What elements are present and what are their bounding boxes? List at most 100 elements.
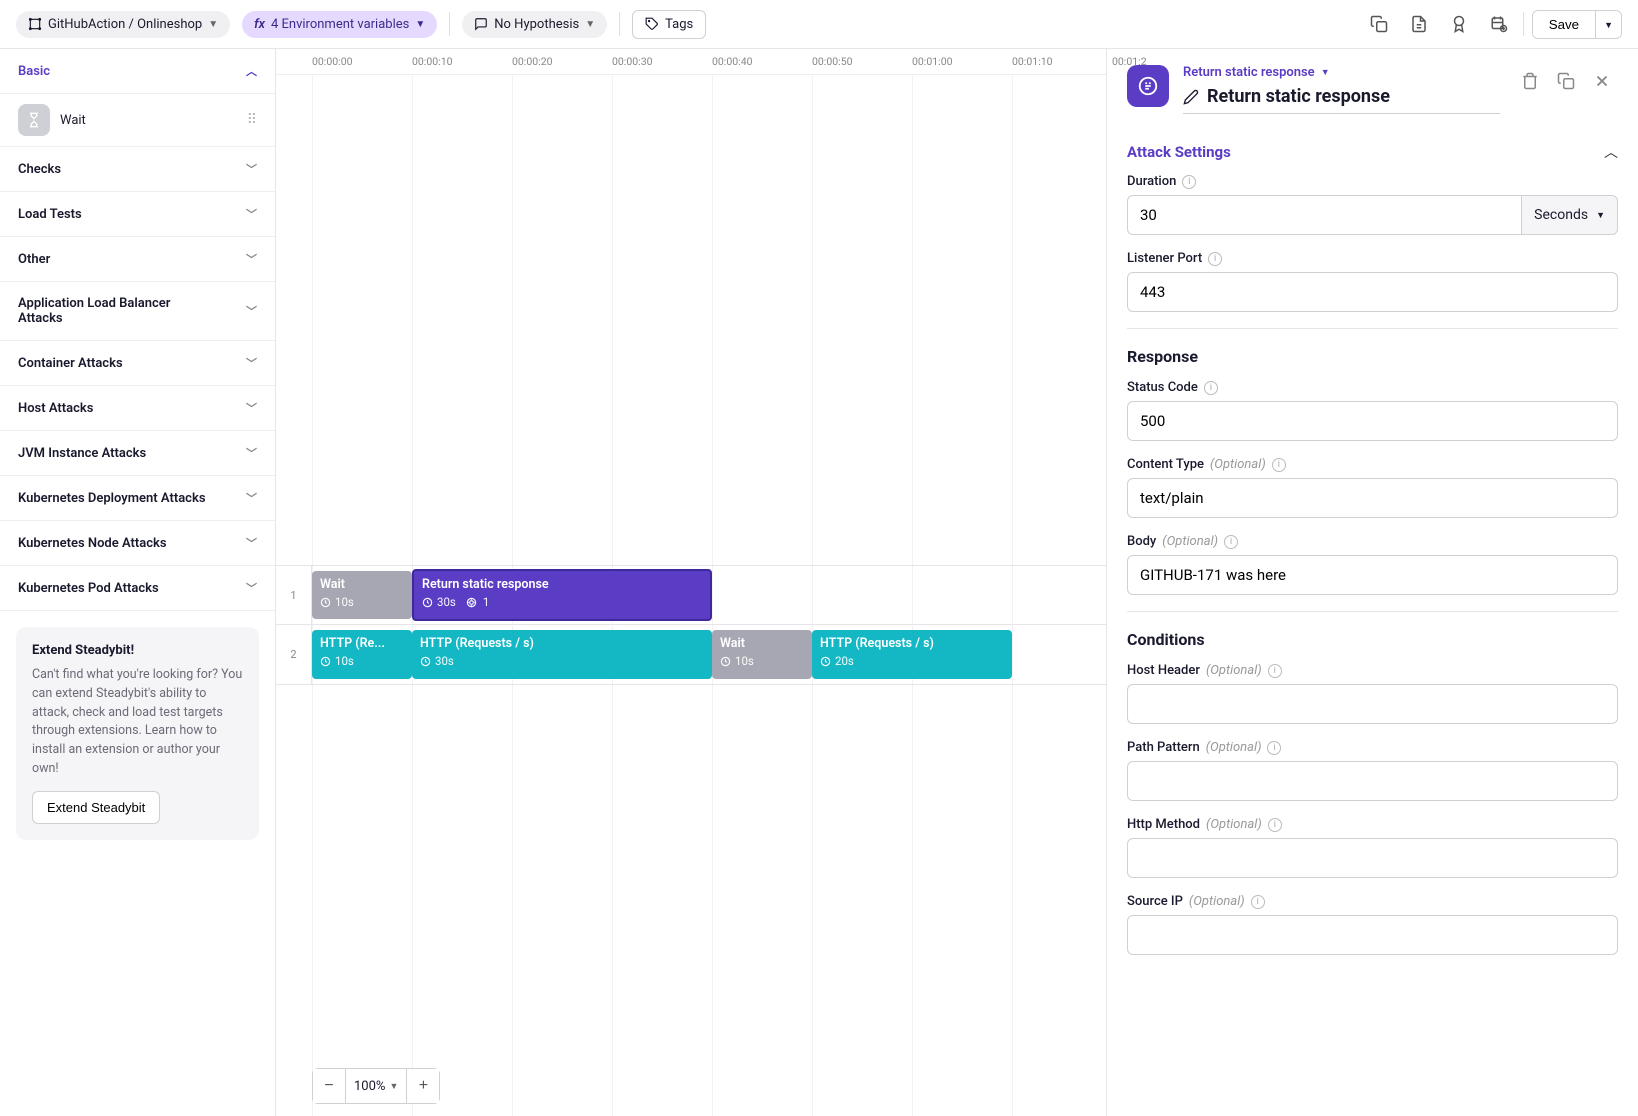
- save-dropdown-button[interactable]: ▼: [1595, 11, 1621, 38]
- timeline-lane-1: 1 Wait 10s Return static response 30s: [276, 565, 1106, 625]
- clock-icon: [420, 656, 431, 667]
- optional-label: (Optional): [1210, 457, 1266, 472]
- timeline-block-http-3[interactable]: HTTP (Requests / s) 20s: [812, 630, 1012, 679]
- conditions-heading: Conditions: [1127, 630, 1618, 649]
- edit-icon[interactable]: [1183, 89, 1199, 105]
- duration-unit-select[interactable]: Seconds ▼: [1521, 195, 1618, 235]
- calendar-plus-icon: [1490, 15, 1508, 33]
- badge-icon-button[interactable]: [1443, 8, 1475, 40]
- section-label: Load Tests: [18, 207, 82, 222]
- zoom-in-button[interactable]: +: [407, 1069, 439, 1103]
- delete-button[interactable]: [1514, 65, 1546, 97]
- info-icon[interactable]: i: [1224, 535, 1238, 549]
- close-panel-button[interactable]: [1586, 65, 1618, 97]
- tags-label: Tags: [665, 17, 693, 32]
- drag-handle-icon[interactable]: ⠿: [247, 112, 257, 128]
- chevron-up-icon: ︿: [246, 63, 257, 79]
- info-icon[interactable]: i: [1268, 818, 1282, 832]
- timeline-body[interactable]: 1 Wait 10s Return static response 30s: [276, 75, 1106, 1116]
- timeline-block-http-2[interactable]: HTTP (Requests / s) 30s: [412, 630, 712, 679]
- sidebar-section-jvm[interactable]: JVM Instance Attacks ﹀: [0, 431, 275, 476]
- optional-label: (Optional): [1206, 663, 1262, 678]
- info-icon[interactable]: i: [1272, 458, 1286, 472]
- timeline-block-wait-2[interactable]: Wait 10s: [712, 630, 812, 679]
- step-label: Wait: [60, 113, 86, 128]
- block-duration: 30s: [435, 654, 454, 668]
- info-icon[interactable]: i: [1208, 252, 1222, 266]
- tag-icon: [645, 17, 659, 31]
- lane-number: 2: [276, 625, 312, 684]
- document-icon-button[interactable]: [1403, 8, 1435, 40]
- path-pattern-input[interactable]: [1127, 761, 1618, 801]
- breadcrumb-pill[interactable]: GitHubAction / Onlineshop ▼: [16, 11, 230, 38]
- block-duration: 10s: [735, 654, 754, 668]
- chevron-down-icon: ﹀: [246, 490, 257, 506]
- zoom-value-dropdown[interactable]: 100% ▼: [345, 1069, 407, 1103]
- status-code-input[interactable]: [1127, 401, 1618, 441]
- zoom-out-button[interactable]: −: [313, 1069, 345, 1103]
- optional-label: (Optional): [1206, 740, 1262, 755]
- sidebar-section-k8s-node[interactable]: Kubernetes Node Attacks ﹀: [0, 521, 275, 566]
- sidebar-section-checks[interactable]: Checks ﹀: [0, 147, 275, 192]
- time-tick: 00:00:10: [412, 55, 512, 68]
- timeline-block-return-static[interactable]: Return static response 30s 1: [412, 569, 712, 621]
- extend-button[interactable]: Extend Steadybit: [32, 791, 160, 824]
- block-title: Wait: [320, 577, 404, 592]
- duration-input[interactable]: [1127, 195, 1521, 235]
- breadcrumb-icon: [28, 17, 42, 31]
- copy-icon-button[interactable]: [1363, 8, 1395, 40]
- extend-card: Extend Steadybit! Can't find what you're…: [16, 627, 259, 840]
- body-input[interactable]: [1127, 555, 1618, 595]
- block-title: HTTP (Re...: [320, 636, 404, 651]
- badge-icon: [1450, 15, 1468, 33]
- chevron-down-icon: ▼: [208, 19, 218, 30]
- hypothesis-pill[interactable]: No Hypothesis ▼: [462, 11, 607, 38]
- sidebar-section-other[interactable]: Other ﹀: [0, 237, 275, 282]
- info-icon[interactable]: i: [1251, 895, 1265, 909]
- info-icon[interactable]: i: [1204, 381, 1218, 395]
- info-icon[interactable]: i: [1267, 741, 1281, 755]
- source-ip-label: Source IP: [1127, 894, 1183, 909]
- section-label: Container Attacks: [18, 356, 123, 371]
- hourglass-icon: [18, 104, 50, 136]
- sidebar-section-container[interactable]: Container Attacks ﹀: [0, 341, 275, 386]
- sidebar-section-k8s-deploy[interactable]: Kubernetes Deployment Attacks ﹀: [0, 476, 275, 521]
- schedule-icon-button[interactable]: [1483, 8, 1515, 40]
- sidebar-section-loadtests[interactable]: Load Tests ﹀: [0, 192, 275, 237]
- hypothesis-label: No Hypothesis: [494, 17, 579, 32]
- time-tick: 00:01:00: [912, 55, 1012, 68]
- port-input[interactable]: [1127, 272, 1618, 312]
- divider: [1127, 611, 1618, 612]
- info-icon[interactable]: i: [1268, 664, 1282, 678]
- duplicate-button[interactable]: [1550, 65, 1582, 97]
- copy-icon: [1370, 15, 1388, 33]
- save-button[interactable]: Save: [1533, 11, 1595, 38]
- sidebar-section-host[interactable]: Host Attacks ﹀: [0, 386, 275, 431]
- extend-title: Extend Steadybit!: [32, 643, 243, 658]
- clock-icon: [720, 656, 731, 667]
- source-ip-input[interactable]: [1127, 915, 1618, 955]
- timeline-block-wait[interactable]: Wait 10s: [312, 571, 412, 619]
- http-method-input[interactable]: [1127, 838, 1618, 878]
- panel-breadcrumb[interactable]: Return static response ▼: [1183, 65, 1500, 80]
- target-icon: [466, 597, 477, 608]
- clock-icon: [820, 656, 831, 667]
- block-duration: 30s: [437, 595, 456, 609]
- attack-settings-header[interactable]: Attack Settings ︿: [1127, 130, 1618, 174]
- document-icon: [1410, 15, 1428, 33]
- env-vars-pill[interactable]: fx 4 Environment variables ▼: [242, 11, 437, 38]
- sidebar-item-wait[interactable]: Wait ⠿: [0, 94, 275, 147]
- tags-button[interactable]: Tags: [632, 10, 706, 39]
- timeline-block-http-1[interactable]: HTTP (Re... 10s: [312, 630, 412, 679]
- info-icon[interactable]: i: [1182, 175, 1196, 189]
- sidebar-section-k8s-pod[interactable]: Kubernetes Pod Attacks ﹀: [0, 566, 275, 611]
- optional-label: (Optional): [1189, 894, 1245, 909]
- ctype-label: Content Type: [1127, 457, 1204, 472]
- content-type-input[interactable]: [1127, 478, 1618, 518]
- host-header-input[interactable]: [1127, 684, 1618, 724]
- chevron-down-icon: ﹀: [246, 580, 257, 596]
- sidebar-section-alb[interactable]: Application Load Balancer Attacks ﹀: [0, 282, 275, 341]
- sidebar-section-basic[interactable]: Basic ︿: [0, 49, 275, 94]
- status-label: Status Code: [1127, 380, 1198, 395]
- block-duration: 10s: [335, 595, 354, 609]
